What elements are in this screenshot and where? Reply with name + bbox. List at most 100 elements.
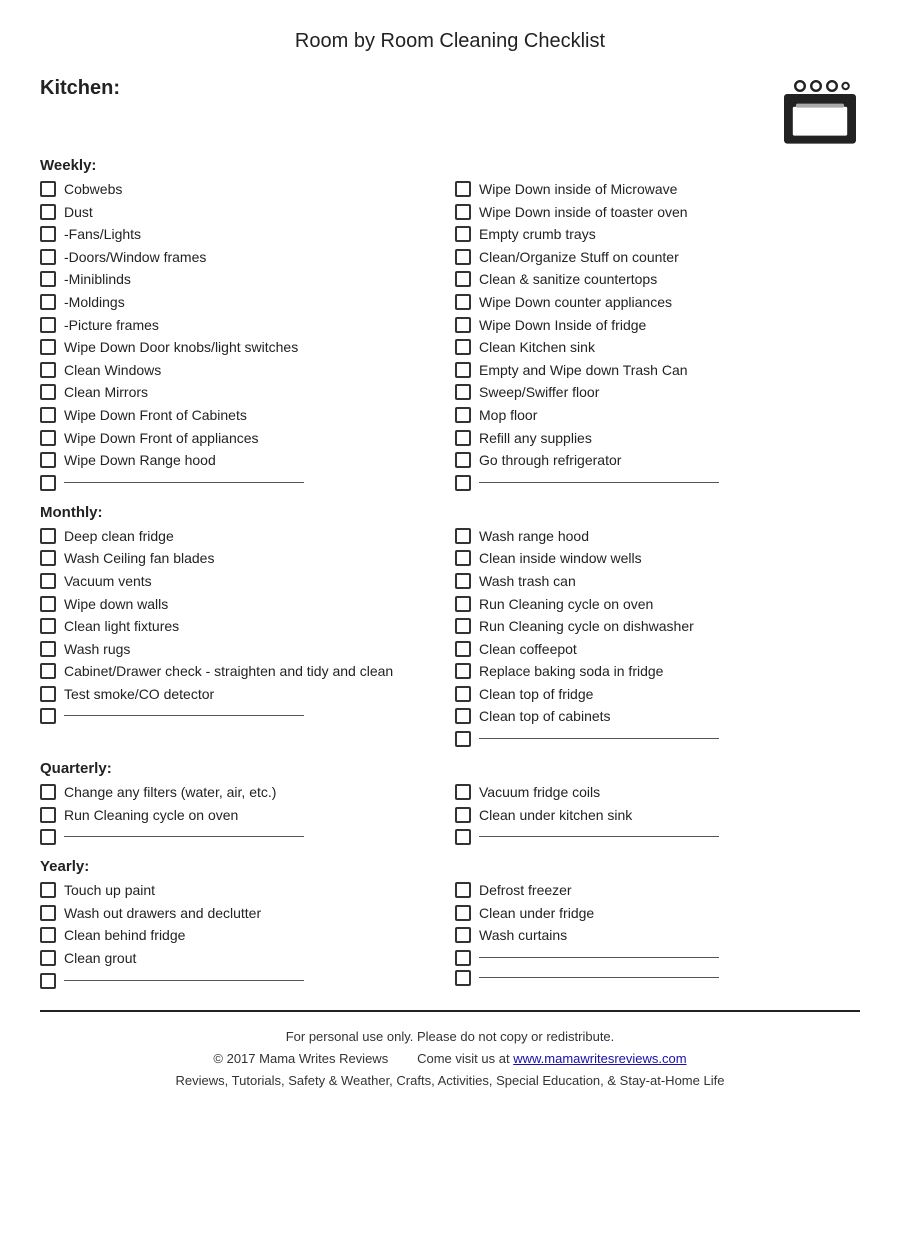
checkbox[interactable]	[40, 407, 56, 423]
checkbox[interactable]	[40, 784, 56, 800]
blank-line	[40, 707, 445, 724]
list-item: Sweep/Swiffer floor	[455, 383, 860, 403]
checkbox[interactable]	[455, 430, 471, 446]
checkbox[interactable]	[40, 905, 56, 921]
checkbox[interactable]	[455, 407, 471, 423]
checkbox[interactable]	[455, 226, 471, 242]
list-item: Wipe Down Front of Cabinets	[40, 406, 445, 426]
checkbox[interactable]	[455, 271, 471, 287]
checkbox[interactable]	[40, 708, 56, 724]
checkbox[interactable]	[40, 271, 56, 287]
checkbox[interactable]	[40, 452, 56, 468]
list-item: Clean under fridge	[455, 904, 860, 924]
list-item: Wipe down walls	[40, 595, 445, 615]
checkbox[interactable]	[40, 973, 56, 989]
checkbox[interactable]	[455, 596, 471, 612]
checkbox[interactable]	[455, 708, 471, 724]
checkbox[interactable]	[40, 807, 56, 823]
list-item: Clean & sanitize countertops	[455, 270, 860, 290]
checkbox[interactable]	[40, 663, 56, 679]
footer-line1: For personal use only. Please do not cop…	[40, 1026, 860, 1048]
checkbox[interactable]	[40, 384, 56, 400]
checkbox[interactable]	[455, 528, 471, 544]
list-item: Wipe Down inside of toaster oven	[455, 203, 860, 223]
checkbox[interactable]	[455, 641, 471, 657]
checkbox[interactable]	[455, 882, 471, 898]
checkbox[interactable]	[40, 339, 56, 355]
checkbox[interactable]	[455, 731, 471, 747]
blank-line	[40, 474, 445, 491]
blank-line	[40, 972, 445, 989]
weekly-label: Weekly:	[40, 157, 860, 174]
weekly-right-col: Wipe Down inside of Microwave Wipe Down …	[445, 180, 860, 494]
checkbox[interactable]	[40, 362, 56, 378]
quarterly-section: Quarterly: Change any filters (water, ai…	[40, 760, 860, 848]
list-item: Clean light fixtures	[40, 617, 445, 637]
checkbox[interactable]	[455, 550, 471, 566]
footer-line2: © 2017 Mama Writes Reviews Come visit us…	[40, 1048, 860, 1070]
checkbox[interactable]	[40, 550, 56, 566]
checkbox[interactable]	[40, 430, 56, 446]
checkbox[interactable]	[40, 317, 56, 333]
checkbox[interactable]	[455, 829, 471, 845]
checkbox[interactable]	[40, 882, 56, 898]
list-item: Cobwebs	[40, 180, 445, 200]
checkbox[interactable]	[455, 807, 471, 823]
list-item: Clean grout	[40, 949, 445, 969]
checkbox[interactable]	[40, 950, 56, 966]
checkbox[interactable]	[455, 618, 471, 634]
checkbox[interactable]	[455, 686, 471, 702]
checkbox[interactable]	[455, 181, 471, 197]
checkbox[interactable]	[455, 784, 471, 800]
checkbox[interactable]	[455, 317, 471, 333]
checkbox[interactable]	[455, 204, 471, 220]
blank-line	[455, 474, 860, 491]
checkbox[interactable]	[455, 294, 471, 310]
checkbox[interactable]	[40, 573, 56, 589]
list-item: Wipe Down Door knobs/light switches	[40, 338, 445, 358]
checkbox[interactable]	[40, 618, 56, 634]
checkbox[interactable]	[455, 362, 471, 378]
checkbox[interactable]	[455, 339, 471, 355]
checkbox[interactable]	[40, 927, 56, 943]
checkbox[interactable]	[40, 294, 56, 310]
checkbox[interactable]	[40, 596, 56, 612]
monthly-section: Monthly: Deep clean fridge Wash Ceiling …	[40, 504, 860, 750]
checkbox[interactable]	[40, 181, 56, 197]
list-item: Run Cleaning cycle on oven	[455, 595, 860, 615]
checkbox[interactable]	[455, 384, 471, 400]
checkbox[interactable]	[455, 970, 471, 986]
checkbox[interactable]	[455, 927, 471, 943]
footer-visit-text: Come visit us at	[417, 1051, 513, 1066]
checkbox[interactable]	[455, 452, 471, 468]
checkbox[interactable]	[40, 226, 56, 242]
list-item: -Picture frames	[40, 316, 445, 336]
oven-icon	[780, 77, 860, 147]
list-item: Wash range hood	[455, 527, 860, 547]
list-item: Wipe Down inside of Microwave	[455, 180, 860, 200]
monthly-right-col: Wash range hood Clean inside window well…	[445, 527, 860, 750]
list-item: Clean behind fridge	[40, 926, 445, 946]
page-title: Room by Room Cleaning Checklist	[40, 30, 860, 53]
blank-line	[455, 730, 860, 747]
checkbox[interactable]	[455, 573, 471, 589]
checkbox[interactable]	[40, 249, 56, 265]
checkbox[interactable]	[455, 905, 471, 921]
checkbox[interactable]	[40, 528, 56, 544]
checkbox[interactable]	[455, 475, 471, 491]
list-item: Clean Mirrors	[40, 383, 445, 403]
checkbox[interactable]	[40, 475, 56, 491]
list-item: Defrost freezer	[455, 881, 860, 901]
list-item: Clean/Organize Stuff on counter	[455, 248, 860, 268]
quarterly-left-col: Change any filters (water, air, etc.) Ru…	[40, 783, 445, 848]
checkbox[interactable]	[455, 663, 471, 679]
checkbox[interactable]	[40, 829, 56, 845]
list-item: Empty and Wipe down Trash Can	[455, 361, 860, 381]
footer-link[interactable]: www.mamawritesreviews.com	[513, 1051, 686, 1066]
checkbox[interactable]	[455, 249, 471, 265]
checkbox[interactable]	[40, 686, 56, 702]
weekly-section: Weekly: Cobwebs Dust -Fans/Lights -Doors…	[40, 157, 860, 494]
checkbox[interactable]	[455, 950, 471, 966]
checkbox[interactable]	[40, 641, 56, 657]
checkbox[interactable]	[40, 204, 56, 220]
